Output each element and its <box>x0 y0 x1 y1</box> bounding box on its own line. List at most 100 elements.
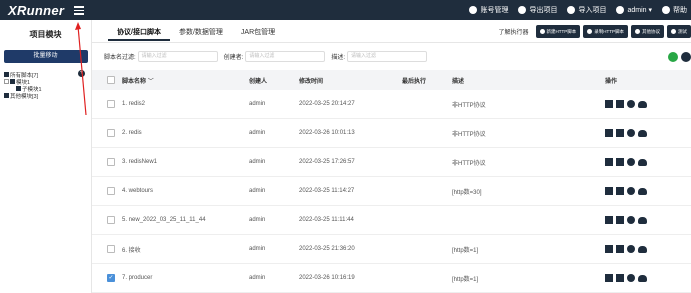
batch-move-button[interactable]: 批量移动 <box>3 50 88 63</box>
creator-cell: admin <box>249 188 266 194</box>
cloud-upload-icon[interactable] <box>638 129 647 137</box>
copy-icon[interactable] <box>616 274 624 282</box>
new-http-script-button[interactable]: 新建HTTP脚本 <box>535 25 581 38</box>
script-name-cell[interactable]: 6. 接收 <box>114 245 249 254</box>
script-name-cell[interactable]: 7. producer <box>114 275 249 281</box>
tab-param-data[interactable]: 参数/数据管理 <box>170 27 232 41</box>
table-row[interactable]: 4. webtours admin 2022-03-25 11:14:27 [http… <box>92 177 691 206</box>
table-row[interactable]: 1. redis2 admin 2022-03-25 20:14:27 非HTTP协议 <box>92 90 691 119</box>
edit-icon[interactable] <box>605 187 613 195</box>
user-menu[interactable]: admin ▾ <box>616 6 652 14</box>
table-row[interactable]: 3. redisNew1 admin 2022-03-25 17:26:57 非HTT… <box>92 148 691 177</box>
record-http-script-button[interactable]: 录制HTTP脚本 <box>583 25 628 38</box>
user-menu-label: admin ▾ <box>627 7 652 14</box>
import-project-link[interactable]: 导入项目 <box>567 5 606 15</box>
help-link[interactable]: 帮助 <box>662 5 687 15</box>
operations-cell <box>605 187 691 195</box>
test-button[interactable]: 测试 <box>667 25 691 38</box>
table-row[interactable]: 6. 接收 admin 2022-03-25 21:36:20 [http数=1] <box>92 235 691 264</box>
description-cell: 非HTTP协议 <box>452 160 486 167</box>
run-icon[interactable] <box>627 216 635 224</box>
creator-cell: admin <box>249 217 266 223</box>
copy-icon[interactable] <box>616 100 624 108</box>
refresh-icon[interactable] <box>668 52 678 62</box>
edit-icon[interactable] <box>605 129 613 137</box>
copy-icon[interactable] <box>616 158 624 166</box>
creator-filter-input[interactable]: 请输入过滤 <box>245 51 326 62</box>
menu-toggle-icon[interactable] <box>72 4 86 16</box>
description-cell: 非HTTP协议 <box>452 102 486 109</box>
script-name-cell[interactable]: 2. redis <box>114 130 249 136</box>
cloud-upload-icon <box>518 6 527 14</box>
edit-icon[interactable] <box>605 245 613 253</box>
run-icon[interactable] <box>627 100 635 108</box>
learn-executor-link[interactable]: 了解执行器 <box>498 27 528 36</box>
row-select-cell: ✓ <box>92 274 115 282</box>
cloud-upload-icon[interactable] <box>638 187 647 195</box>
operations-cell <box>605 274 691 282</box>
copy-icon[interactable] <box>616 245 624 253</box>
copy-icon[interactable] <box>616 129 624 137</box>
tab-jar-management[interactable]: JAR包管理 <box>232 27 284 41</box>
tree-item-module1[interactable]: 模块1 <box>0 78 91 86</box>
run-icon[interactable] <box>627 129 635 137</box>
cloud-upload-icon[interactable] <box>638 274 647 282</box>
run-icon[interactable] <box>627 245 635 253</box>
row-select-cell <box>92 129 115 137</box>
table-row[interactable]: 5. new_2022_03_25_11_11_44 admin 2022-03-2… <box>92 206 691 235</box>
run-icon[interactable] <box>627 158 635 166</box>
other-protocol-label: 其他协议 <box>642 28 660 34</box>
copy-icon[interactable] <box>616 187 624 195</box>
home-icon <box>4 72 9 77</box>
table-row[interactable]: 2. redis admin 2022-03-26 10:01:13 非HTTP协议 <box>92 119 691 148</box>
script-name-cell[interactable]: 4. webtours <box>114 188 249 194</box>
description-cell: 非HTTP协议 <box>452 131 486 138</box>
export-project-link[interactable]: 导出项目 <box>518 5 557 15</box>
table-row[interactable]: ✓ 7. producer admin 2022-03-26 10:16:19 [htt… <box>92 264 691 293</box>
script-name-cell[interactable]: 3. redisNew1 <box>114 159 249 165</box>
script-name-cell[interactable]: 1. redis2 <box>114 101 249 107</box>
folder-icon <box>16 86 21 91</box>
account-management-link[interactable]: 账号管理 <box>469 5 508 15</box>
modified-time-cell: 2022-03-25 17:26:57 <box>299 159 355 165</box>
modified-time-cell: 2022-03-26 10:01:13 <box>299 130 355 136</box>
edit-icon[interactable] <box>605 100 613 108</box>
table-header: 脚本名称 ﹀ 创建人 修改时间 最后执行 描述 操作 <box>92 70 691 90</box>
more-icon[interactable] <box>681 52 691 62</box>
edit-icon[interactable] <box>605 158 613 166</box>
modified-time-cell: 2022-03-25 11:11:44 <box>299 217 354 223</box>
other-protocol-button[interactable]: 其他协议 <box>631 25 664 38</box>
filter-bar: 脚本名过滤: 请输入过滤 创建者: 请输入过滤 描述: 请输入过滤 <box>104 51 433 62</box>
cloud-upload-icon[interactable] <box>638 216 647 224</box>
tree-item-other-modules[interactable]: 其他模块[3] <box>0 92 91 100</box>
add-module-icon[interactable]: + <box>78 70 85 77</box>
copy-icon[interactable] <box>616 216 624 224</box>
record-icon <box>587 29 593 34</box>
run-icon[interactable] <box>627 187 635 195</box>
description-filter-input[interactable]: 请输入过滤 <box>347 51 428 62</box>
script-name-filter-input[interactable]: 请输入过滤 <box>137 51 218 62</box>
tree-item-all-scripts[interactable]: 所有脚本[7] + <box>0 70 91 79</box>
account-management-label: 账号管理 <box>480 7 509 14</box>
cloud-upload-icon[interactable] <box>638 245 647 253</box>
help-icon <box>662 6 670 14</box>
creator-cell: admin <box>249 101 266 107</box>
description-cell: [http数=1] <box>452 276 479 283</box>
description-filter-label: 描述: <box>331 55 346 61</box>
creator-cell: admin <box>249 246 266 252</box>
script-toolbar: 了解执行器 新建HTTP脚本 录制HTTP脚本 其他协议 测试 <box>498 25 691 38</box>
script-name-cell[interactable]: 5. new_2022_03_25_11_11_44 <box>114 217 249 223</box>
top-bar: XRunner 账号管理 导出项目 导入项目 admin ▾ 帮助 <box>0 0 691 20</box>
collapse-icon[interactable] <box>4 79 9 84</box>
row-select-cell <box>92 187 115 195</box>
run-icon[interactable] <box>627 274 635 282</box>
edit-icon[interactable] <box>605 216 613 224</box>
edit-icon[interactable] <box>605 274 613 282</box>
tab-protocol-scripts[interactable]: 协议/接口脚本 <box>108 27 170 41</box>
cloud-upload-icon[interactable] <box>638 158 647 166</box>
select-all-cell <box>92 76 115 84</box>
person-icon <box>616 6 625 14</box>
cloud-upload-icon[interactable] <box>638 100 647 108</box>
header-script-name[interactable]: 脚本名称 ﹀ <box>114 76 249 85</box>
user-icon <box>469 6 478 14</box>
